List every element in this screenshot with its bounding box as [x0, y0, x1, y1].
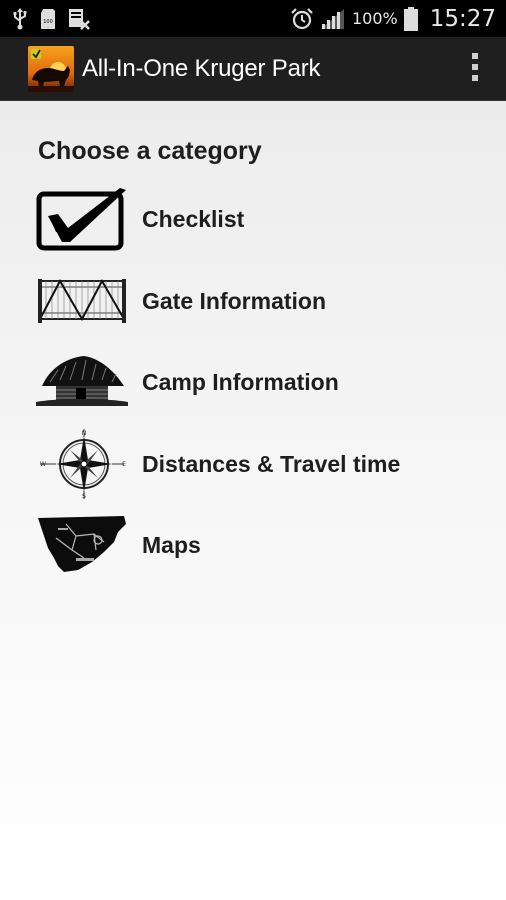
hut-icon — [36, 347, 128, 417]
checkbox-icon — [36, 184, 128, 254]
category-label: Maps — [142, 531, 201, 558]
battery-percent: 100% — [351, 9, 398, 28]
svg-text:S: S — [82, 493, 86, 499]
compass-icon: N W E S — [36, 429, 128, 499]
status-bar: 100 100% 15:27 — [0, 0, 506, 37]
screenshot-icon — [68, 8, 90, 30]
gate-icon — [36, 266, 128, 336]
svg-text:N: N — [82, 430, 87, 437]
battery-icon — [403, 6, 418, 31]
category-label: Camp Information — [142, 368, 339, 395]
category-distances-travel-time[interactable]: N W E S Distances & Travel time — [36, 429, 476, 499]
alarm-icon — [290, 7, 314, 30]
rhino-sunset-app-icon[interactable] — [28, 45, 74, 92]
svg-text:E: E — [122, 461, 126, 468]
status-clock: 15:27 — [429, 5, 496, 32]
category-label: Gate Information — [142, 287, 327, 314]
category-screen: Choose a category Checklist Gate Informa… — [0, 101, 506, 900]
category-label: Checklist — [142, 205, 245, 232]
sd-card-icon: 100 — [40, 8, 56, 30]
category-maps[interactable]: Maps — [36, 510, 476, 580]
category-gate-information[interactable]: Gate Information — [36, 266, 476, 336]
map-icon — [36, 510, 128, 580]
signal-icon — [320, 8, 346, 30]
category-checklist[interactable]: Checklist — [36, 184, 476, 254]
svg-text:W: W — [40, 461, 46, 468]
status-bar-notifications: 100 — [12, 7, 90, 30]
usb-icon — [12, 7, 28, 30]
category-label: Distances & Travel time — [142, 450, 401, 477]
page-title: Choose a category — [38, 137, 262, 165]
action-bar: All-In-One Kruger Park — [0, 37, 506, 101]
svg-text:100: 100 — [43, 19, 53, 25]
status-bar-system: 100% 15:27 — [290, 6, 496, 32]
overflow-menu-icon[interactable] — [472, 53, 478, 81]
category-camp-information[interactable]: Camp Information — [36, 347, 476, 417]
app-title: All-In-One Kruger Park — [82, 54, 321, 82]
